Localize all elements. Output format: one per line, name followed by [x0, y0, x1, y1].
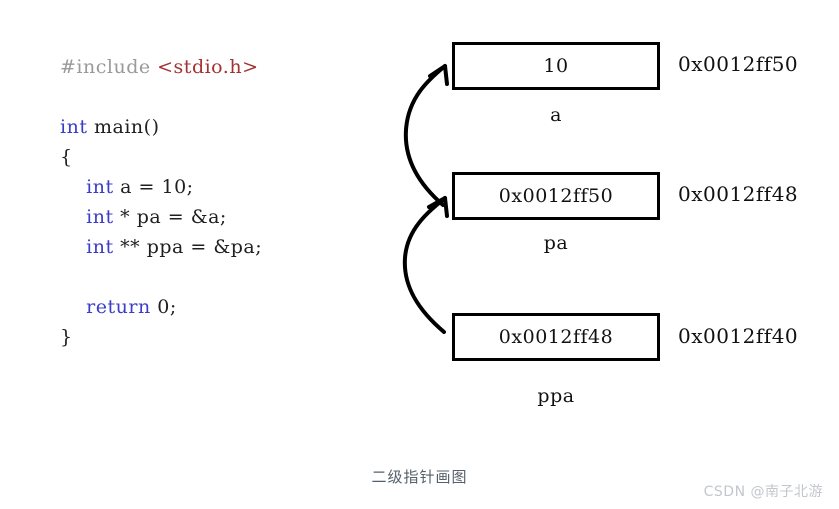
code-token-kw: int [60, 116, 88, 138]
code-line-10: } [60, 322, 400, 352]
code-line-9: return 0; [60, 292, 400, 322]
memory-box-ppa-address: 0x0012ff40 [678, 324, 799, 348]
code-line-7: int ** ppa = &pa; [60, 232, 400, 262]
memory-box-a-address: 0x0012ff50 [678, 52, 799, 76]
code-token-plain: main() [87, 116, 160, 138]
diagram-canvas: #include <stdio.h> int main() { int a = 1… [0, 0, 839, 509]
code-token-kw: int [86, 206, 114, 228]
code-token-plain: * pa = &a; [113, 206, 227, 228]
code-token-plain: { [60, 146, 73, 168]
memory-box-pa-label: pa [543, 232, 569, 254]
code-token-pre: #include [60, 56, 158, 78]
code-snippet: #include <stdio.h> int main() { int a = 1… [60, 52, 400, 352]
code-line-1: #include <stdio.h> [60, 52, 400, 82]
code-line-4: { [60, 142, 400, 172]
memory-box-pa: 0x0012ff50 [452, 172, 660, 220]
code-token-plain: ** ppa = &pa; [113, 236, 263, 258]
code-line-6: int * pa = &a; [60, 202, 400, 232]
arrow-pa-to-a [403, 64, 449, 207]
memory-box-pa-address: 0x0012ff48 [678, 182, 799, 206]
memory-box-ppa-value: 0x0012ff48 [498, 326, 614, 348]
watermark: CSDN @南子北游 [703, 484, 823, 500]
memory-box-ppa: 0x0012ff48 [452, 313, 660, 361]
code-token-inc: <stdio.h> [157, 56, 259, 78]
code-token-kw: return [86, 296, 151, 318]
code-line-3: int main() [60, 112, 400, 142]
code-token-plain: 0; [150, 296, 177, 318]
memory-box-ppa-label: ppa [537, 385, 575, 407]
memory-box-a: 10 [452, 42, 660, 90]
code-token-kw: int [86, 236, 114, 258]
memory-box-a-label: a [550, 104, 562, 126]
code-token-kw: int [86, 176, 114, 198]
memory-box-pa-value: 0x0012ff50 [498, 185, 614, 207]
code-token-plain: } [60, 326, 73, 348]
code-line-5: int a = 10; [60, 172, 400, 202]
memory-box-a-value: 10 [543, 55, 569, 77]
arrow-ppa-to-pa [402, 196, 449, 334]
code-token-plain: a = 10; [113, 176, 194, 198]
